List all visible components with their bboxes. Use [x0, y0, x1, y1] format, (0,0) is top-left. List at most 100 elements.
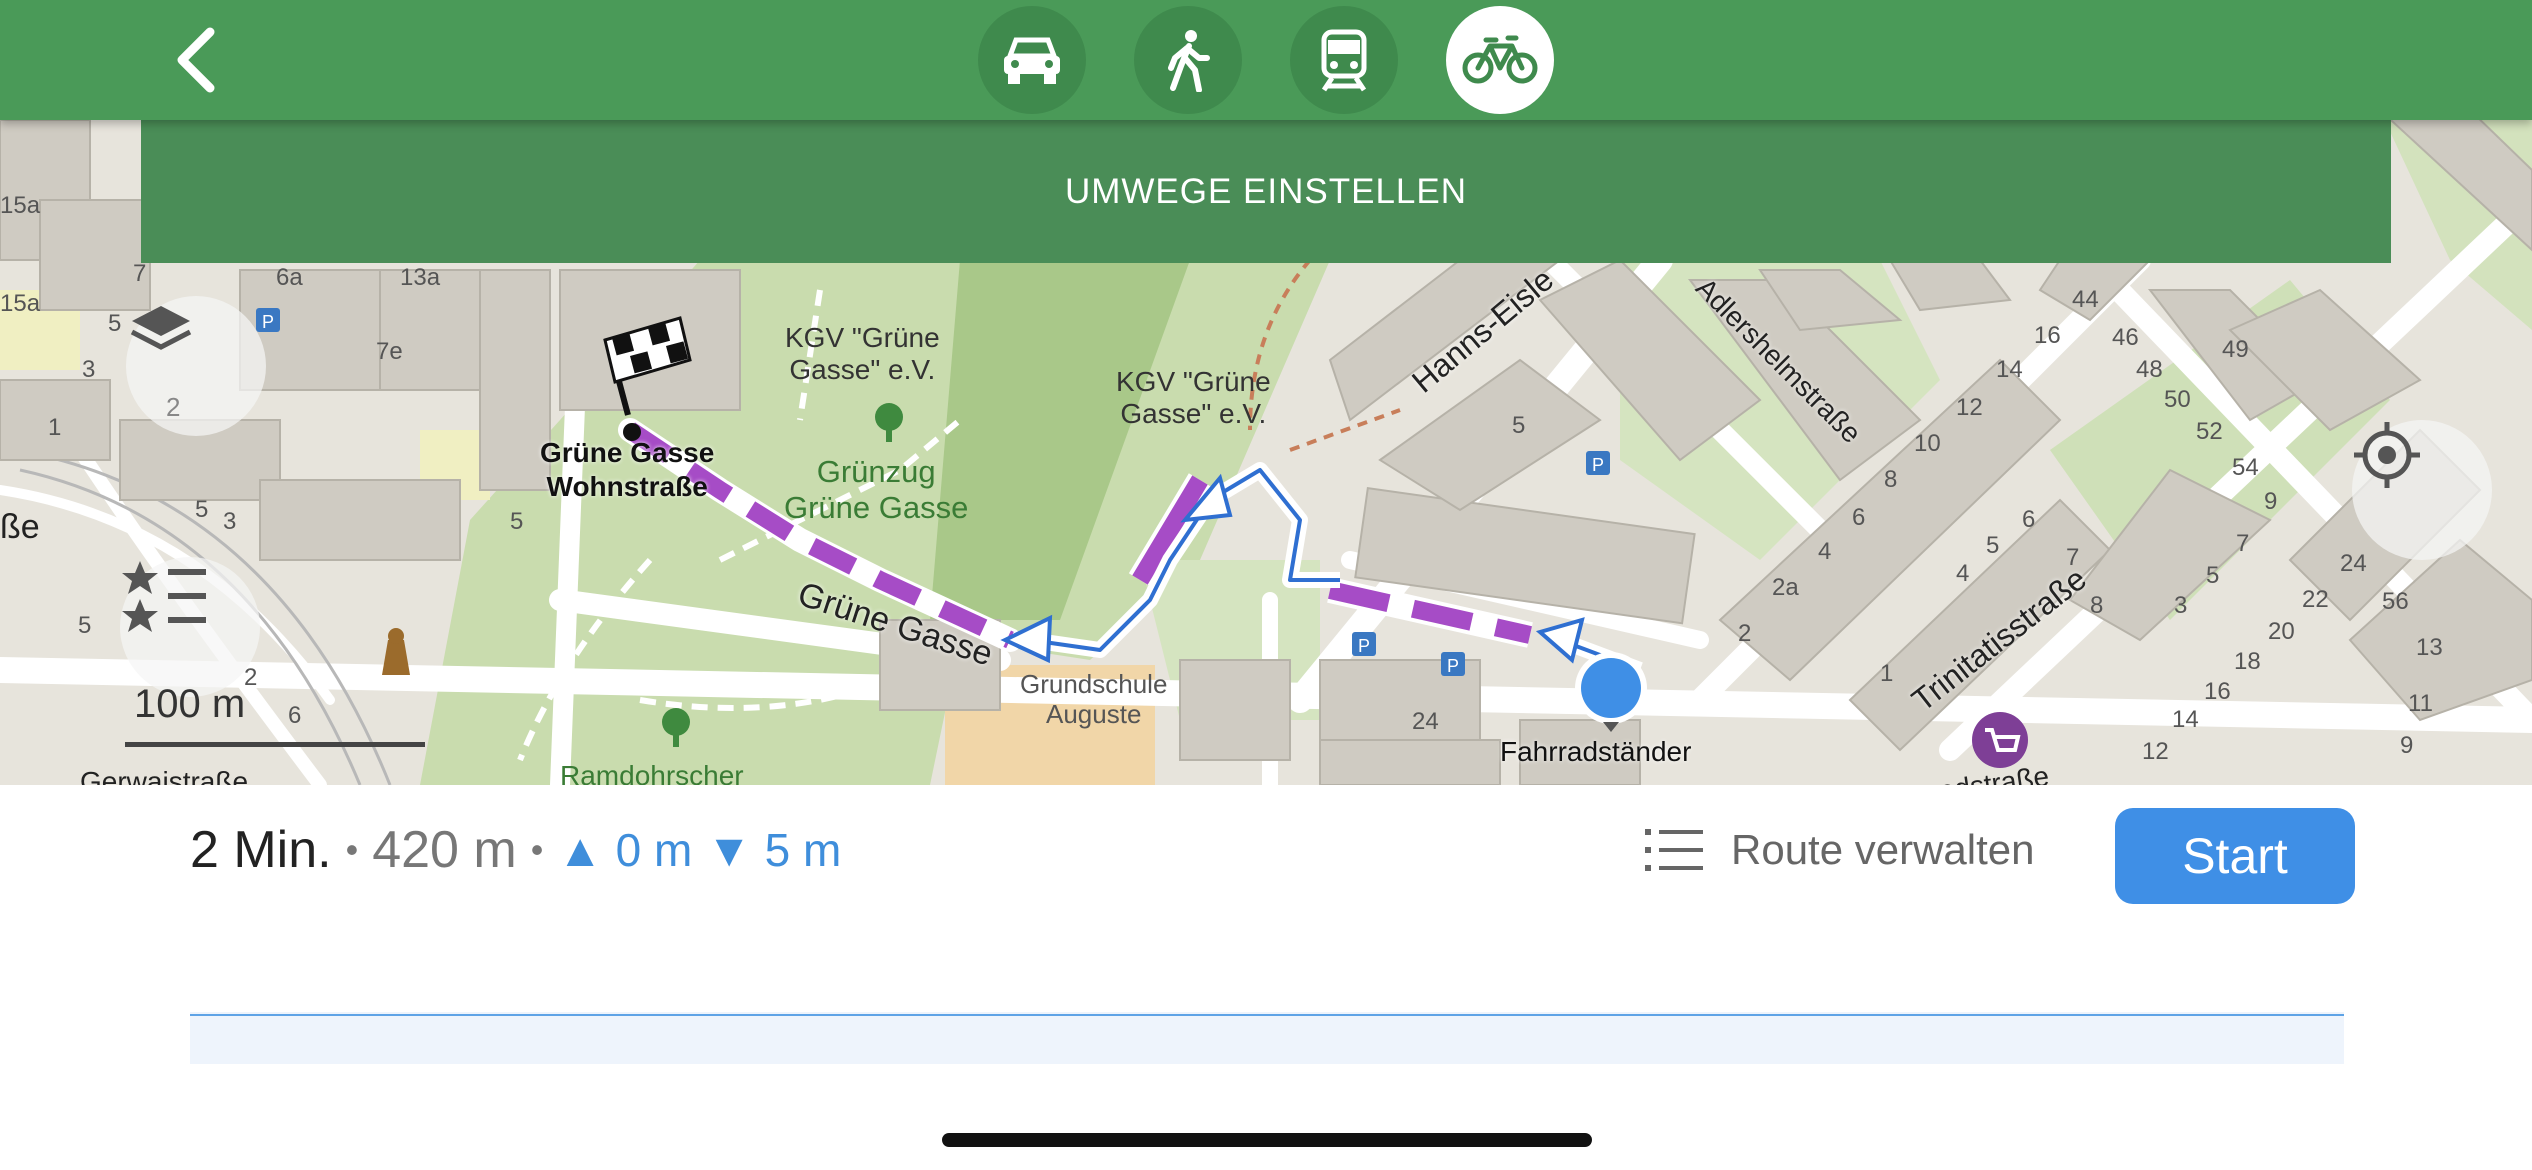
house-number: 5 — [78, 612, 92, 639]
scale-label: 100 m — [134, 682, 246, 726]
svg-text:P: P — [1592, 455, 1604, 475]
house-number: 24 — [1412, 708, 1439, 735]
elevation-profile — [190, 1012, 2344, 1064]
route-ascent: ▲ 0 m — [557, 824, 693, 876]
route-summary: 2 Min. • 420 m • ▲ 0 m ▼ 5 m — [190, 820, 841, 880]
train-icon — [1321, 29, 1367, 92]
house-number: 6a — [276, 264, 303, 291]
house-number: 9 — [2400, 732, 2414, 759]
house-number: 1 — [48, 414, 62, 441]
favorites-list-icon — [122, 561, 206, 632]
route-distance: 420 m — [372, 821, 517, 879]
layers-button[interactable] — [126, 296, 266, 436]
house-number: 5 — [1512, 412, 1526, 439]
scale-bar — [125, 742, 425, 747]
house-number: 7 — [2236, 530, 2250, 557]
house-number: 11 — [2408, 690, 2433, 717]
shopping-cart-icon — [1972, 712, 2028, 768]
house-number: 16 — [2204, 678, 2231, 705]
map-label-street: ße — [0, 508, 40, 546]
house-number: 48 — [2136, 356, 2163, 383]
svg-text:P: P — [1358, 636, 1370, 656]
house-number: 3 — [82, 356, 96, 383]
house-number: 56 — [2382, 588, 2409, 615]
house-number: 16 — [2034, 322, 2061, 349]
chevron-left-icon — [177, 27, 215, 93]
house-number: 12 — [1956, 394, 1983, 421]
map-label-area: Ramdohrscher — [560, 760, 744, 785]
my-location-icon — [2354, 422, 2420, 488]
mode-bicycle-button[interactable] — [1446, 6, 1554, 114]
house-number: 5 — [108, 310, 122, 337]
house-number: 5 — [195, 496, 209, 523]
route-manage-label: Route verwalten — [1731, 826, 2035, 873]
house-number: 14 — [1996, 356, 2023, 383]
house-number: 5 — [1986, 532, 2000, 559]
house-number: 20 — [2268, 618, 2295, 645]
house-number: 12 — [2142, 738, 2169, 765]
house-number: 5 — [510, 508, 524, 535]
house-number: 8 — [1884, 466, 1898, 493]
separator: • — [530, 829, 544, 870]
house-number: 8 — [2090, 592, 2104, 619]
svg-text:P: P — [1447, 656, 1459, 676]
detour-settings-button[interactable]: UMWEGE EINSTELLEN — [141, 120, 2391, 263]
svg-text:P: P — [262, 312, 274, 332]
favorites-list-button[interactable] — [120, 557, 260, 697]
house-number: 50 — [2164, 386, 2191, 413]
walk-icon — [1168, 30, 1210, 92]
house-number: 3 — [2174, 592, 2188, 619]
house-number: 1 — [1880, 660, 1894, 687]
map-label-kgv: KGV "Grüne Gasse" e.V. — [785, 322, 940, 386]
layers-icon — [130, 306, 192, 350]
route-manage-button[interactable]: Route verwalten — [1645, 826, 2035, 874]
house-number: 24 — [2340, 550, 2367, 577]
mode-walk-button[interactable] — [1134, 6, 1242, 114]
house-number: 2 — [1738, 620, 1752, 647]
house-number: 6 — [1852, 504, 1866, 531]
bicycle-icon — [1462, 35, 1538, 84]
house-number: 22 — [2302, 586, 2329, 613]
my-location-button[interactable] — [2352, 420, 2492, 560]
route-descent: ▼ 5 m — [706, 824, 842, 876]
house-number: 10 — [1914, 430, 1941, 457]
house-number: 4 — [1818, 538, 1832, 565]
house-number: 7 — [133, 260, 147, 287]
route-duration: 2 Min. — [190, 821, 332, 879]
mode-transit-button[interactable] — [1290, 6, 1398, 114]
house-number: 52 — [2196, 418, 2223, 445]
house-number: 15a — [0, 290, 41, 317]
home-indicator[interactable] — [942, 1133, 1592, 1147]
house-number: 44 — [2072, 286, 2099, 313]
house-number: 3 — [223, 508, 237, 535]
list-icon — [1645, 829, 1703, 871]
top-bar — [0, 0, 2532, 120]
house-number: 14 — [2172, 706, 2199, 733]
house-number: 49 — [2222, 336, 2249, 363]
house-number: 7e — [376, 338, 403, 365]
house-number: 15a — [0, 192, 41, 219]
house-number: 6 — [288, 702, 302, 729]
mode-car-button[interactable] — [978, 6, 1086, 114]
car-icon — [1004, 37, 1060, 84]
house-number: 18 — [2234, 648, 2261, 675]
start-button[interactable]: Start — [2115, 808, 2355, 904]
house-number: 6 — [2022, 506, 2036, 533]
house-number: 13a — [400, 264, 441, 291]
map-label-school: Grundschule Auguste — [1020, 669, 1168, 729]
map-label-park: Grünzug Grüne Gasse — [784, 454, 969, 525]
house-number: 13 — [2416, 634, 2443, 661]
layers-count: 2 — [166, 392, 181, 422]
house-number: 46 — [2112, 324, 2139, 351]
house-number: 5 — [2206, 562, 2220, 589]
elevation-line — [190, 1014, 2344, 1016]
house-number: 4 — [1956, 560, 1970, 587]
house-number: 54 — [2232, 454, 2259, 481]
house-number: 2a — [1772, 574, 1799, 601]
back-button[interactable] — [160, 20, 240, 100]
map-label-street: Gerwaistraße — [80, 766, 249, 785]
map-label-poi: Fahrradständer — [1500, 736, 1692, 767]
house-number: 9 — [2264, 488, 2278, 515]
separator: • — [345, 829, 359, 870]
map-label-kgv: KGV "Grüne Gasse" e.V. — [1116, 366, 1271, 430]
